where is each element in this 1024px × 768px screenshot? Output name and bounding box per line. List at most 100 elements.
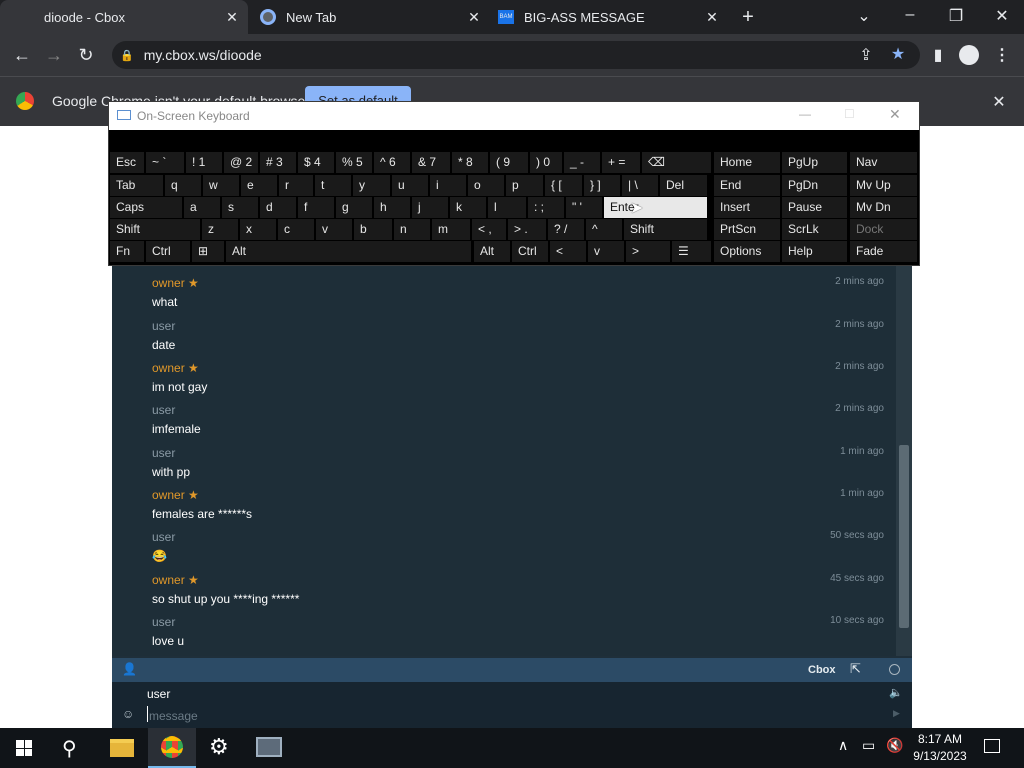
- osk-key-5[interactable]: % 5: [336, 152, 372, 173]
- osk-key-r[interactable]: r: [279, 175, 313, 196]
- restore-icon[interactable]: ❐: [944, 6, 968, 26]
- message-username[interactable]: owner ★: [152, 276, 892, 290]
- osk-key-8[interactable]: * 8: [452, 152, 488, 173]
- minimize-icon[interactable]: –: [898, 6, 922, 24]
- osk-key-symbol[interactable]: ☰: [672, 241, 711, 262]
- popout-icon[interactable]: ⇱: [850, 661, 861, 677]
- side-panel-icon[interactable]: ▮: [928, 45, 948, 65]
- osk-key-l[interactable]: l: [488, 197, 526, 218]
- osk-key-ctrl[interactable]: Ctrl: [512, 241, 548, 262]
- osk-minimize-icon[interactable]: —: [799, 107, 811, 121]
- tab-cbox[interactable]: dioode - Cbox ✕: [0, 0, 248, 34]
- osk-key-3[interactable]: # 3: [260, 152, 296, 173]
- search-icon[interactable]: ⚲: [62, 736, 77, 761]
- message-username[interactable]: user: [152, 319, 892, 333]
- osk-key-symbol[interactable]: < ,: [472, 219, 506, 240]
- osk-key-shift[interactable]: Shift: [624, 219, 707, 240]
- osk-key-f[interactable]: f: [298, 197, 334, 218]
- network-icon[interactable]: ▭: [862, 737, 875, 754]
- start-icon[interactable]: [16, 740, 32, 756]
- window-close-icon[interactable]: ✕: [990, 6, 1014, 26]
- osk-key-p[interactable]: p: [506, 175, 543, 196]
- osk-key-t[interactable]: t: [315, 175, 351, 196]
- osk-key-2[interactable]: @ 2: [224, 152, 258, 173]
- osk-key-s[interactable]: s: [222, 197, 258, 218]
- osk-key-home[interactable]: Home: [714, 152, 780, 173]
- osk-key-del[interactable]: Del: [660, 175, 707, 196]
- message-username[interactable]: user: [152, 446, 892, 460]
- user-icon[interactable]: 👤: [122, 662, 137, 676]
- tray-chevron-icon[interactable]: ∧: [838, 737, 848, 754]
- osk-key-a[interactable]: a: [184, 197, 220, 218]
- osk-key-k[interactable]: k: [450, 197, 486, 218]
- osk-key-y[interactable]: y: [353, 175, 390, 196]
- osk-key-m[interactable]: m: [432, 219, 470, 240]
- osk-key-i[interactable]: i: [430, 175, 466, 196]
- osk-key-symbol[interactable]: | \: [622, 175, 658, 196]
- osk-key-symbol[interactable]: ⊞: [192, 241, 224, 262]
- osk-key-d[interactable]: d: [260, 197, 296, 218]
- osk-key-mvdn[interactable]: Mv Dn: [850, 197, 917, 218]
- osk-key-1[interactable]: ! 1: [186, 152, 222, 173]
- osk-key-symbol[interactable]: > .: [508, 219, 546, 240]
- osk-key-alt[interactable]: Alt: [226, 241, 471, 262]
- osk-key-tab[interactable]: Tab: [110, 175, 163, 196]
- message-username[interactable]: owner ★: [152, 488, 892, 502]
- clock-date[interactable]: 9/13/2023: [910, 749, 970, 763]
- osk-key-esc[interactable]: Esc: [110, 152, 144, 173]
- osk-key-6[interactable]: ^ 6: [374, 152, 410, 173]
- osk-key-enter[interactable]: Enter: [604, 197, 707, 218]
- osk-key-o[interactable]: o: [468, 175, 504, 196]
- back-icon[interactable]: ←: [10, 45, 34, 66]
- osk-key-g[interactable]: g: [336, 197, 372, 218]
- settings-gear-icon[interactable]: ⚙: [209, 734, 229, 760]
- tab-new-tab[interactable]: New Tab ✕: [250, 0, 486, 34]
- osk-key-mvup[interactable]: Mv Up: [850, 175, 917, 196]
- close-tab-icon[interactable]: ✕: [700, 9, 724, 26]
- osk-key-caps[interactable]: Caps: [110, 197, 182, 218]
- osk-key-u[interactable]: u: [392, 175, 428, 196]
- osk-key-symbol[interactable]: ⌫: [642, 152, 711, 173]
- share-icon[interactable]: ⇪: [856, 45, 876, 65]
- message-username[interactable]: user: [152, 530, 892, 544]
- osk-key-pgup[interactable]: PgUp: [782, 152, 847, 173]
- osk-key-ctrl[interactable]: Ctrl: [146, 241, 190, 262]
- osk-key-0[interactable]: ) 0: [530, 152, 562, 173]
- cbox-brand[interactable]: Cbox: [808, 664, 836, 676]
- message-username[interactable]: user: [152, 403, 892, 417]
- osk-key-symbol[interactable]: " ': [566, 197, 602, 218]
- osk-key-symbol[interactable]: >: [626, 241, 670, 262]
- sound-icon[interactable]: 🔈: [889, 686, 903, 699]
- file-explorer-icon[interactable]: [110, 739, 134, 757]
- notifications-icon[interactable]: [984, 739, 1000, 753]
- emoji-icon[interactable]: ☺: [122, 707, 134, 721]
- osk-key-e[interactable]: e: [241, 175, 277, 196]
- osk-taskbar-icon[interactable]: [256, 737, 282, 757]
- clock-time[interactable]: 8:17 AM: [912, 732, 968, 746]
- osk-key-symbol[interactable]: ^: [586, 219, 622, 240]
- osk-key-symbol[interactable]: <: [550, 241, 586, 262]
- infobar-close-icon[interactable]: ✕: [988, 92, 1010, 112]
- osk-key-symbol[interactable]: } ]: [584, 175, 620, 196]
- status-icon[interactable]: [889, 664, 900, 675]
- new-tab-icon[interactable]: +: [736, 6, 760, 29]
- message-username[interactable]: owner ★: [152, 361, 892, 375]
- osk-key-dock[interactable]: Dock: [850, 219, 917, 240]
- address-bar[interactable]: 🔒 my.cbox.ws/dioode: [112, 41, 920, 69]
- osk-key-fn[interactable]: Fn: [110, 241, 144, 262]
- osk-key-symbol[interactable]: + =: [602, 152, 640, 173]
- osk-key-pgdn[interactable]: PgDn: [782, 175, 847, 196]
- osk-key-c[interactable]: c: [278, 219, 314, 240]
- osk-key-symbol[interactable]: : ;: [528, 197, 564, 218]
- message-username[interactable]: user: [152, 615, 892, 629]
- osk-key-7[interactable]: & 7: [412, 152, 450, 173]
- tab-message[interactable]: BAM BIG-ASS MESSAGE ✕: [488, 0, 724, 34]
- osk-key-w[interactable]: w: [203, 175, 239, 196]
- osk-key-shift[interactable]: Shift: [110, 219, 200, 240]
- osk-maximize-icon[interactable]: ☐: [844, 107, 855, 121]
- scrollbar-thumb[interactable]: [899, 445, 909, 628]
- osk-key-j[interactable]: j: [412, 197, 448, 218]
- bookmark-star-icon[interactable]: ★: [888, 44, 908, 64]
- osk-key-symbol[interactable]: ? /: [548, 219, 584, 240]
- osk-close-icon[interactable]: ✕: [889, 106, 901, 123]
